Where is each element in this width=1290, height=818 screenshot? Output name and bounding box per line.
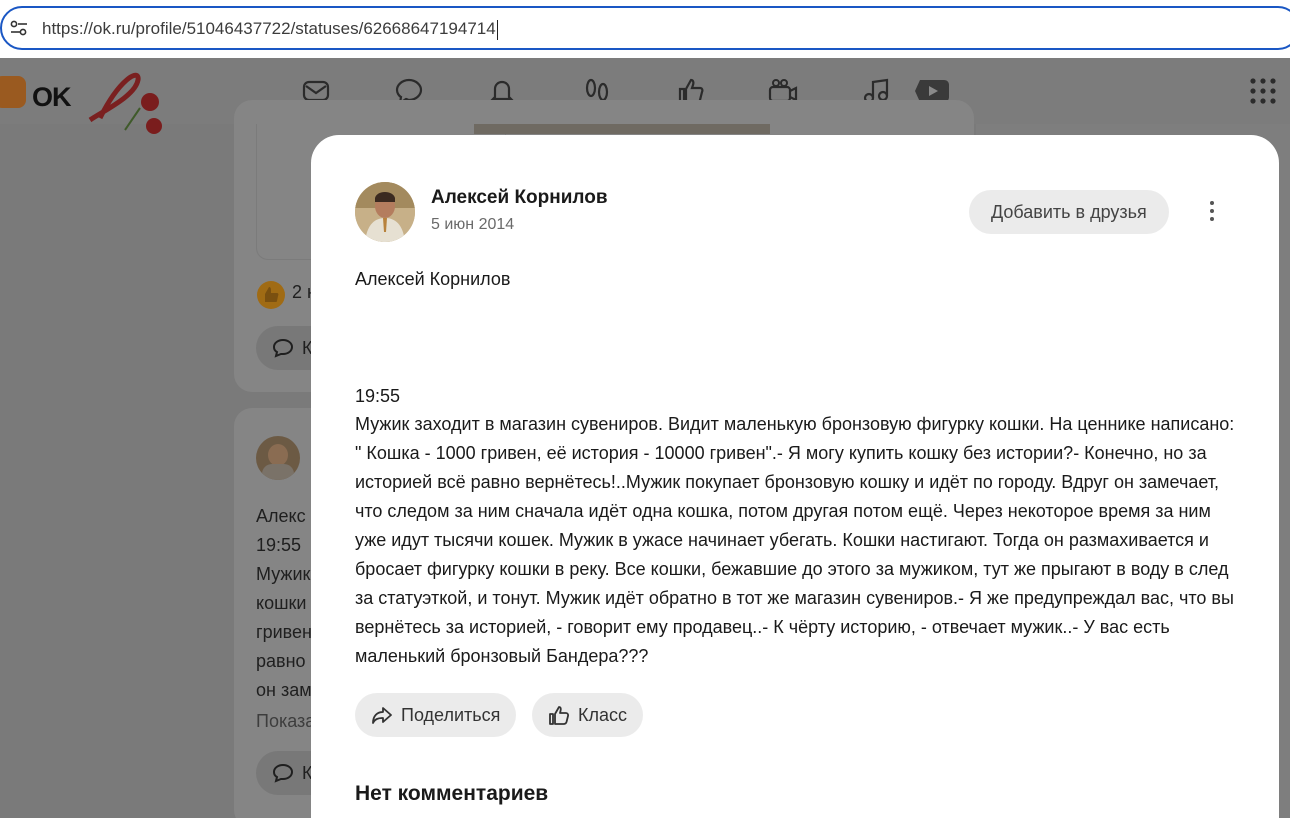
- avatar-photo: [355, 182, 415, 242]
- ok-logo-badge: [0, 76, 26, 108]
- share-button[interactable]: Поделиться: [355, 693, 517, 737]
- post-headline: Алексей Корнилов: [355, 269, 511, 289]
- like-reaction-icon: [257, 281, 285, 309]
- like-button[interactable]: Класс: [532, 693, 643, 737]
- preview-line-3: Мужик: [256, 564, 311, 584]
- like-label: Класс: [578, 704, 627, 725]
- apps-grid-icon[interactable]: [1250, 78, 1276, 104]
- more-options-icon[interactable]: [1205, 201, 1219, 223]
- address-bar[interactable]: https://ok.ru/profile/51046437722/status…: [0, 6, 1290, 50]
- avatar-face: [268, 444, 288, 466]
- comment-icon: [272, 338, 294, 358]
- preview-line-4: кошки: [256, 593, 307, 613]
- post-author-name[interactable]: Алексей Корнилов: [431, 187, 608, 209]
- preview-line-7: он зам: [256, 680, 312, 700]
- share-icon: [372, 707, 392, 724]
- share-label: Поделиться: [401, 704, 501, 725]
- preview-line-2: 19:55: [256, 535, 302, 555]
- preview-line-1: Алекс: [256, 506, 306, 526]
- comment-icon: [272, 763, 294, 783]
- post-date[interactable]: 5 июн 2014: [431, 216, 514, 234]
- author-avatar[interactable]: [355, 182, 415, 242]
- post-time: 19:55: [355, 386, 401, 406]
- thumbs-up-icon: [549, 706, 570, 725]
- ok-logo-text: OK: [32, 82, 71, 112]
- preview-line-6: равно: [256, 651, 306, 671]
- show-more-link[interactable]: Показа: [256, 707, 315, 736]
- browser-toolbar: https://ok.ru/profile/51046437722/status…: [0, 0, 1290, 58]
- url-text[interactable]: https://ok.ru/profile/51046437722/status…: [42, 19, 498, 40]
- post-body-text: Мужик заходит в магазин сувениров. Видит…: [355, 414, 1235, 666]
- post-modal: Алексей Корнилов 5 июн 2014 Добавить в д…: [311, 135, 1279, 818]
- preview-line-5: гривен: [256, 622, 312, 642]
- avatar-shoulders: [262, 464, 294, 480]
- previous-post-image: [474, 124, 770, 134]
- text-caret: [496, 19, 498, 40]
- festive-carnation-icon: [88, 72, 162, 134]
- site-settings-icon[interactable]: [10, 20, 28, 36]
- author-avatar-small[interactable]: [256, 436, 300, 480]
- comments-heading: Нет комментариев: [355, 782, 549, 805]
- add-friend-button[interactable]: Добавить в друзья: [969, 190, 1169, 234]
